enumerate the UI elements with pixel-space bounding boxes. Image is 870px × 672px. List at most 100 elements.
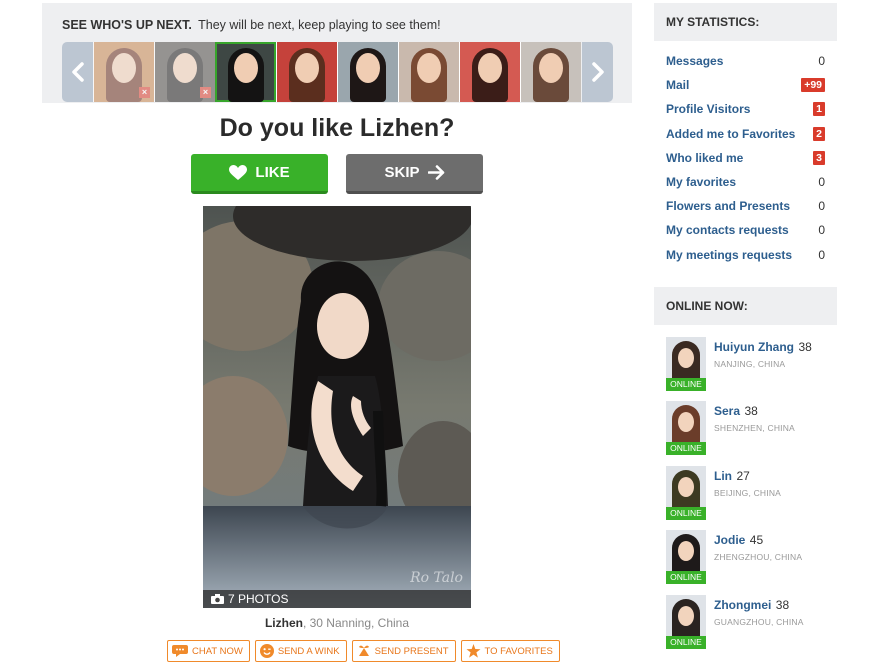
online-member-age: 38 (775, 597, 790, 612)
online-member-info: Huiyun Zhang 38 NANJING, CHINA (714, 338, 812, 369)
online-member-info: Sera 38 SHENZHEN, CHINA (714, 402, 795, 433)
online-member-name[interactable]: Zhongmei (714, 598, 771, 612)
online-member-age: 45 (749, 533, 764, 548)
profile-photo[interactable]: Ro Talo 7 PHOTOS (203, 206, 471, 608)
online-member-location: ZHENGZHOU, CHINA (714, 552, 803, 563)
online-member-name[interactable]: Sera (714, 404, 740, 418)
statistics-row[interactable]: Mail +99 (654, 73, 837, 97)
statistics-count-badge: 1 (813, 102, 825, 117)
statistics-panel: MY STATISTICS: Messages 0 Mail +99 Profile V… (654, 3, 837, 272)
statistics-count-badge: 3 (813, 150, 825, 165)
up-next-thumbnail[interactable] (520, 42, 581, 102)
up-next-thumbnail[interactable] (337, 42, 398, 102)
statistics-row-label[interactable]: Who liked me (666, 151, 743, 165)
chat-now-label: CHAT NOW (192, 645, 243, 657)
avatar[interactable]: ONLINE (666, 401, 706, 456)
online-member-age: 38 (798, 340, 812, 354)
online-member: ONLINE Jodie 45 ZHENGZHOU, CHINA (654, 530, 837, 594)
up-next-thumbnail[interactable] (215, 42, 276, 102)
chevron-left-icon (71, 62, 84, 82)
to-favorites-button[interactable]: TO FAVORITES (460, 640, 560, 662)
statistics-row[interactable]: My favorites 0 (654, 170, 837, 194)
profile-location: Nanning, China (322, 616, 410, 630)
chevron-right-icon (591, 62, 604, 82)
photo-count-bar[interactable]: 7 PHOTOS (203, 590, 471, 608)
statistics-row-label[interactable]: My meetings requests (666, 248, 792, 262)
online-now-title: ONLINE NOW: (654, 287, 837, 325)
online-member-info: Zhongmei 38 GUANGZHOU, CHINA (714, 596, 804, 627)
statistics-count: 0 (818, 247, 825, 262)
thumbnail-face (295, 53, 319, 83)
up-next-carousel: × × (62, 42, 613, 103)
chat-now-button[interactable]: CHAT NOW (167, 640, 250, 662)
up-next-thumbnail[interactable]: × (154, 42, 215, 102)
skipped-x-icon: × (200, 87, 211, 98)
online-member-headline: Lin 27 (714, 467, 781, 485)
statistics-row[interactable]: Profile Visitors 1 (654, 97, 837, 121)
online-member-info: Lin 27 BEIJING, CHINA (714, 467, 781, 498)
online-member: ONLINE Sera 38 SHENZHEN, CHINA (654, 401, 837, 465)
arrow-right-icon (427, 165, 444, 180)
statistics-row[interactable]: My meetings requests 0 (654, 243, 837, 267)
statistics-count-badge: 2 (813, 126, 825, 141)
up-next-title: SEE WHO'S UP NEXT. (62, 18, 192, 32)
star-icon (466, 644, 481, 658)
statistics-row-label[interactable]: Flowers and Presents (666, 199, 790, 213)
avatar[interactable]: ONLINE (666, 337, 706, 391)
online-member-name[interactable]: Lin (714, 469, 732, 483)
statistics-row[interactable]: Who liked me 3 (654, 146, 837, 170)
skipped-x-icon: × (139, 87, 150, 98)
online-member-age: 38 (744, 404, 758, 419)
like-button[interactable]: LIKE (191, 154, 328, 194)
up-next-panel: SEE WHO'S UP NEXT. They will be next, ke… (42, 3, 632, 103)
carousel-prev-button[interactable] (62, 42, 93, 102)
avatar[interactable]: ONLINE (666, 530, 706, 585)
online-member-age: 27 (736, 468, 750, 483)
up-next-subtitle: They will be next, keep playing to see t… (198, 18, 441, 32)
up-next-thumbnail[interactable] (398, 42, 459, 102)
statistics-row-label[interactable]: My contacts requests (666, 223, 789, 237)
statistics-row[interactable]: Flowers and Presents 0 (654, 194, 837, 218)
online-member-info: Jodie 45 ZHENGZHOU, CHINA (714, 531, 802, 562)
send-present-label: SEND PRESENT (374, 645, 449, 657)
online-status-badge: ONLINE (666, 442, 706, 456)
avatar-face (678, 605, 694, 626)
online-member-headline: Sera 38 (714, 402, 795, 420)
match-question: Do you like Lizhen? (219, 114, 455, 142)
online-status-badge: ONLINE (666, 378, 706, 391)
up-next-thumbnail[interactable]: × (93, 42, 154, 102)
avatar[interactable]: ONLINE (666, 465, 706, 520)
thumbnail-face (112, 53, 136, 83)
online-member-location: NANJING, CHINA (714, 359, 786, 369)
statistics-row-label[interactable]: Messages (666, 54, 723, 68)
online-status-badge: ONLINE (666, 635, 706, 649)
skip-button[interactable]: SKIP (346, 154, 483, 194)
statistics-count-badge: +99 (801, 78, 825, 93)
carousel-next-button[interactable] (582, 42, 613, 102)
up-next-header: SEE WHO'S UP NEXT. They will be next, ke… (62, 18, 441, 32)
statistics-row[interactable]: Messages 0 (654, 49, 837, 73)
statistics-row-label[interactable]: Added me to Favorites (666, 127, 795, 141)
statistics-row-label[interactable]: Mail (666, 78, 689, 92)
profile-name: Lizhen (264, 616, 303, 630)
up-next-thumbnail[interactable] (459, 42, 520, 102)
send-present-button[interactable]: SEND PRESENT (351, 640, 456, 662)
like-label: LIKE (255, 164, 290, 181)
statistics-row-label[interactable]: My favorites (666, 175, 736, 189)
thumbnail-face (539, 53, 563, 83)
statistics-row-label[interactable]: Profile Visitors (666, 102, 750, 116)
chat-icon (172, 645, 188, 657)
avatar[interactable]: ONLINE (666, 594, 706, 649)
send-wink-button[interactable]: SEND A WINK (254, 640, 347, 662)
statistics-list: Messages 0 Mail +99 Profile Visitors 1 Added m… (654, 41, 837, 267)
statistics-row[interactable]: Added me to Favorites 2 (654, 122, 837, 146)
statistics-row[interactable]: My contacts requests 0 (654, 218, 837, 242)
online-member-headline: Zhongmei 38 (714, 596, 804, 614)
online-member-name[interactable]: Huiyun Zhang (714, 340, 794, 354)
main-panel: SEE WHO'S UP NEXT. They will be next, ke… (42, 3, 632, 672)
online-now-panel: ONLINE NOW: ONLINE Huiyun Zhang 38 NANJING… (654, 287, 837, 672)
online-member: ONLINE Huiyun Zhang 38 NANJING, CHINA (654, 337, 837, 401)
online-member-headline: Huiyun Zhang 38 (714, 338, 812, 356)
up-next-thumbnail[interactable] (276, 42, 337, 102)
online-member-name[interactable]: Jodie (714, 533, 745, 547)
